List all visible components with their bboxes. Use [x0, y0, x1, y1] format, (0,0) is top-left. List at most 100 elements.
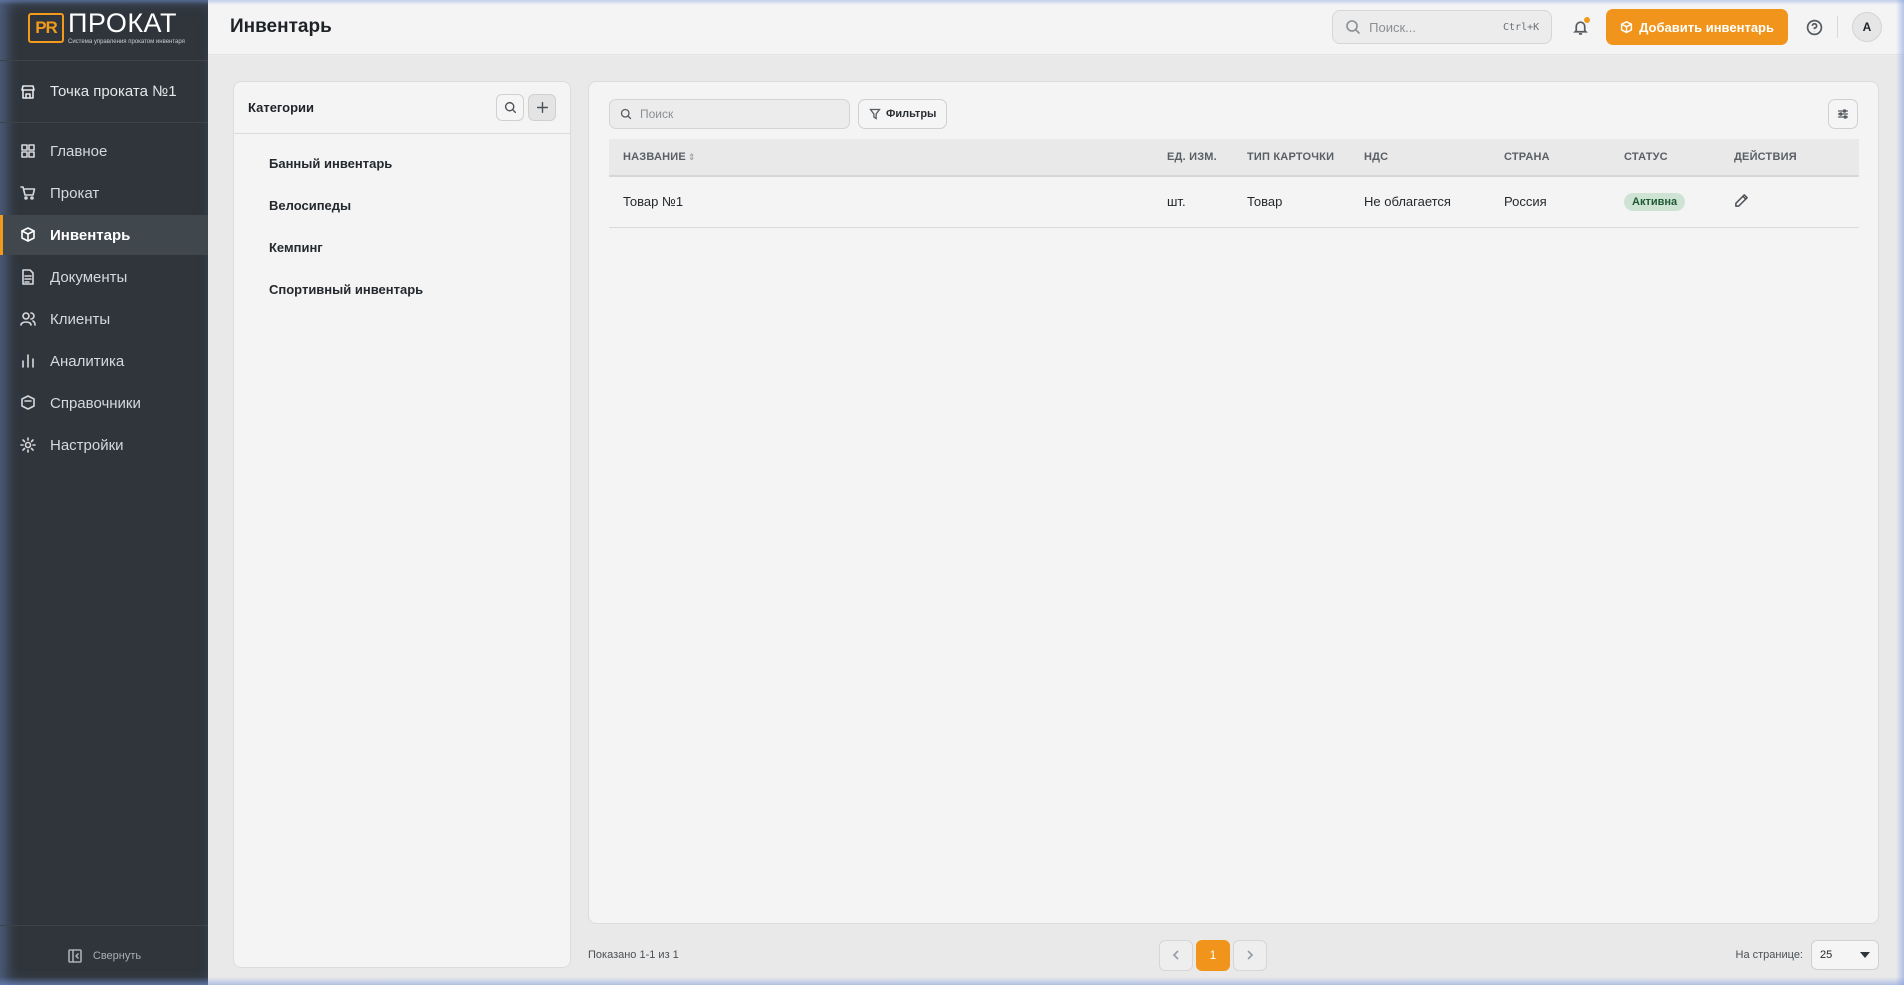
- grid-icon: [20, 143, 36, 159]
- sidebar: PR ПРОКАТ Система управления прокатом ин…: [0, 0, 208, 985]
- column-header-vat: НДС: [1364, 151, 1389, 163]
- sidebar-item-clients[interactable]: Клиенты: [0, 299, 208, 339]
- table-row[interactable]: Товар №1 шт. Товар Не облагается Россия …: [609, 176, 1859, 227]
- chart-icon: [20, 353, 36, 369]
- sidebar-item-label: Клиенты: [50, 310, 111, 328]
- add-inventory-label: Добавить инвентарь: [1639, 19, 1774, 35]
- search-categories-button[interactable]: [496, 94, 524, 121]
- column-settings-button[interactable]: [1828, 99, 1858, 129]
- prev-page-button[interactable]: [1159, 939, 1193, 971]
- column-header-actions: Действия: [1734, 151, 1797, 163]
- category-item[interactable]: Кемпинг: [234, 226, 570, 268]
- cell-card-type: Товар: [1247, 194, 1283, 210]
- sort-icon: ⇕: [687, 152, 696, 162]
- sidebar-item-settings[interactable]: Настройки: [0, 425, 208, 465]
- sidebar-item-label: Инвентарь: [50, 226, 131, 244]
- collapse-label: Свернуть: [92, 949, 142, 962]
- column-header-country: Страна: [1504, 151, 1550, 163]
- add-category-button[interactable]: [528, 94, 556, 121]
- brand-subtitle: Система управления прокатом инвентаря: [68, 39, 185, 45]
- sidebar-item-label: Аналитика: [50, 352, 125, 370]
- top-header: Инвентарь Поиск... Ctrl+K Добавить инвен…: [208, 0, 1904, 55]
- cart-icon: [20, 185, 36, 201]
- sidebar-item-references[interactable]: Справочники: [0, 383, 208, 423]
- main-nav: Главное Прокат Инвентарь Документы Клиен…: [0, 131, 208, 465]
- notifications-button[interactable]: [1570, 17, 1591, 37]
- sliders-icon: [1837, 109, 1849, 119]
- search-shortcut: Ctrl+K: [1503, 21, 1540, 33]
- header-divider: [1837, 16, 1838, 38]
- pencil-icon: [1735, 193, 1748, 207]
- sidebar-item-label: Прокат: [50, 184, 100, 202]
- gear-icon: [20, 437, 36, 453]
- avatar[interactable]: А: [1852, 12, 1882, 42]
- category-item[interactable]: Банный инвентарь: [234, 142, 570, 184]
- column-header-name[interactable]: Название ⇕: [609, 139, 1153, 176]
- filters-button[interactable]: Фильтры: [858, 99, 948, 129]
- users-icon: [20, 311, 36, 327]
- book-icon: [20, 395, 36, 411]
- search-icon: [504, 101, 516, 114]
- collapse-icon: [67, 948, 83, 964]
- brand-name: ПРОКАТ: [68, 8, 177, 38]
- category-item[interactable]: Велосипеды: [234, 184, 570, 226]
- column-header-card-type: Тип карточки: [1247, 151, 1335, 163]
- column-header-status: Статус: [1624, 151, 1668, 163]
- table-header-row: Название ⇕ Ед. изм. Тип карточки НДС Стра…: [609, 139, 1859, 176]
- next-page-button[interactable]: [1233, 939, 1267, 971]
- help-button[interactable]: [1806, 19, 1823, 36]
- sidebar-item-label: Настройки: [50, 436, 124, 454]
- page-title: Инвентарь: [230, 16, 332, 37]
- per-page-label: На странице:: [1735, 949, 1803, 961]
- table-search-field[interactable]: [609, 99, 850, 129]
- page-button[interactable]: 1: [1196, 939, 1230, 971]
- inventory-table-panel: Фильтры Название⇕ Ед. изм. Тип карточки …: [588, 81, 1879, 924]
- column-header-unit: Ед. изм.: [1167, 151, 1217, 163]
- global-search-input[interactable]: Поиск... Ctrl+K: [1332, 10, 1553, 44]
- rental-point-label: Точка проката №1: [50, 83, 177, 100]
- cell-status: Активна: [1610, 176, 1720, 227]
- logo-mark: PR: [28, 12, 64, 43]
- per-page-control: На странице: 25: [1736, 940, 1879, 970]
- notification-dot: [1584, 17, 1591, 23]
- search-icon: [1345, 19, 1361, 35]
- categories-panel: Категории Банный инвентарь Велосипеды Ке…: [233, 81, 571, 968]
- search-icon: [620, 108, 632, 120]
- table-search-input[interactable]: [640, 107, 820, 121]
- sidebar-item-rental[interactable]: Прокат: [0, 173, 208, 213]
- cell-name: Товар №1: [623, 194, 684, 210]
- sidebar-item-main[interactable]: Главное: [0, 131, 208, 171]
- store-icon: [20, 84, 36, 100]
- sidebar-item-inventory[interactable]: Инвентарь: [0, 215, 208, 255]
- add-inventory-button[interactable]: Добавить инвентарь: [1606, 9, 1788, 45]
- rental-point-selector[interactable]: Точка проката №1: [0, 60, 208, 123]
- brand-logo[interactable]: PR ПРОКАТ Система управления прокатом ин…: [0, 0, 208, 55]
- help-icon: [1806, 19, 1823, 35]
- global-search-placeholder: Поиск...: [1369, 19, 1416, 35]
- inventory-table: Название ⇕ Ед. изм. Тип карточки НДС Стра…: [609, 139, 1859, 228]
- collapse-sidebar-button[interactable]: Свернуть: [0, 925, 208, 985]
- cell-actions: [1720, 176, 1859, 227]
- per-page-select[interactable]: 25: [1811, 940, 1879, 970]
- main-content: Категории Банный инвентарь Велосипеды Ке…: [208, 56, 1904, 985]
- filter-icon: [869, 108, 881, 120]
- chevron-right-icon: [1247, 950, 1254, 960]
- chevron-left-icon: [1172, 950, 1179, 960]
- document-icon: [20, 269, 36, 285]
- edit-button[interactable]: [1734, 193, 1749, 211]
- status-badge: Активна: [1624, 192, 1686, 211]
- table-footer: Показано 1-1 из 1 1 На странице: 25: [588, 938, 1879, 972]
- pagination: 1: [1159, 939, 1267, 971]
- category-item[interactable]: Спортивный инвентарь: [234, 268, 570, 310]
- chevron-down-icon: [1860, 952, 1870, 958]
- categories-list: Банный инвентарь Велосипеды Кемпинг Спор…: [234, 134, 570, 310]
- sidebar-item-analytics[interactable]: Аналитика: [0, 341, 208, 381]
- filters-label: Фильтры: [886, 108, 937, 120]
- sidebar-item-label: Главное: [50, 142, 108, 160]
- sidebar-item-label: Справочники: [50, 394, 141, 412]
- categories-title: Категории: [248, 100, 315, 115]
- boxes-icon: [20, 227, 36, 243]
- cell-unit: шт.: [1167, 194, 1186, 210]
- per-page-value: 25: [1820, 949, 1833, 961]
- sidebar-item-documents[interactable]: Документы: [0, 257, 208, 297]
